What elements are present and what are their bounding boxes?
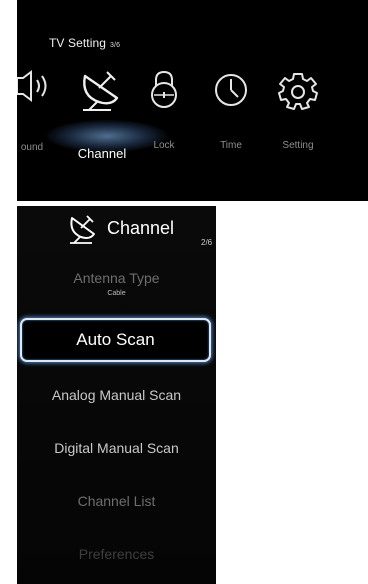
menu-item-time[interactable]: Time xyxy=(198,66,264,166)
menu-label-setting: Setting xyxy=(282,140,314,151)
menu-label-time: Time xyxy=(220,140,242,151)
menu-label-channel: Channel xyxy=(77,146,127,161)
menu-item-channel-list[interactable]: Channel List xyxy=(17,493,216,509)
menu-item-setting[interactable]: Setting xyxy=(265,66,331,166)
clock-icon xyxy=(215,74,247,106)
channel-list-label: Channel List xyxy=(77,493,156,509)
menu-item-lock[interactable]: Lock xyxy=(131,66,197,166)
channel-menu-header: Channel 2/6 xyxy=(17,206,216,247)
satellite-dish-icon xyxy=(70,215,95,244)
digital-manual-scan-label: Digital Manual Scan xyxy=(54,440,179,456)
menu-item-analog-manual-scan[interactable]: Analog Manual Scan xyxy=(17,387,216,403)
antenna-type-value: Cable xyxy=(107,290,126,297)
lock-icon xyxy=(151,70,177,108)
tv-setting-title-text: TV Setting xyxy=(49,36,107,50)
menu-item-preferences[interactable]: Preferences xyxy=(17,546,216,562)
tv-setting-screen: TV Setting 3/6 ound Channel Lock Time Se… xyxy=(17,0,368,201)
channel-menu-page-indicator: 2/6 xyxy=(201,238,213,247)
speaker-icon xyxy=(17,70,47,102)
menu-item-digital-manual-scan[interactable]: Digital Manual Scan xyxy=(17,440,216,456)
tv-setting-title: TV Setting 3/6 xyxy=(49,36,120,50)
menu-item-channel[interactable]: Channel xyxy=(69,66,135,166)
menu-item-antenna-type[interactable]: Antenna Type Cable xyxy=(17,270,216,297)
gear-icon xyxy=(278,73,318,110)
menu-label-lock: Lock xyxy=(153,140,175,151)
auto-scan-label: Auto Scan xyxy=(76,330,155,349)
preferences-label: Preferences xyxy=(78,546,155,562)
channel-menu-title: Channel xyxy=(107,218,175,238)
menu-item-auto-scan[interactable]: Auto Scan xyxy=(20,318,211,362)
antenna-type-label: Antenna Type xyxy=(73,270,160,286)
tv-setting-page-indicator: 3/6 xyxy=(110,42,121,49)
satellite-dish-icon xyxy=(83,71,119,111)
channel-menu-screen: Channel 2/6 Antenna Type Cable Auto Scan… xyxy=(17,206,216,584)
analog-manual-scan-label: Analog Manual Scan xyxy=(51,387,182,403)
menu-item-sound[interactable]: ound xyxy=(17,66,65,166)
